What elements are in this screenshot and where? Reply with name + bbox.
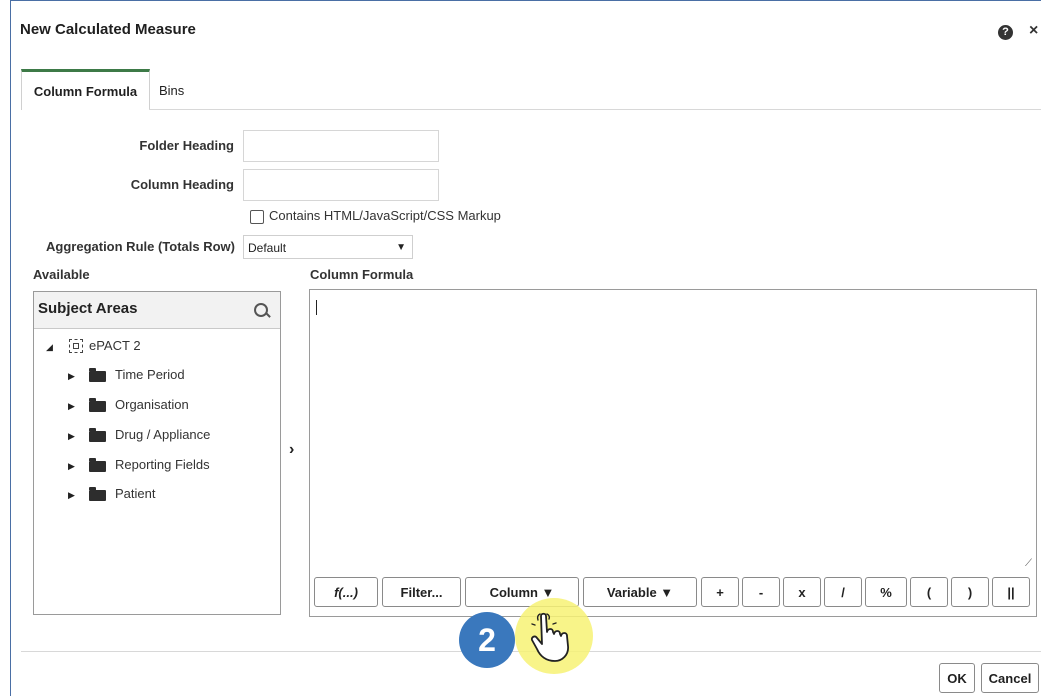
column-formula-label: Column Formula <box>310 267 414 282</box>
search-icon[interactable] <box>254 303 268 317</box>
cancel-button[interactable]: Cancel <box>981 663 1039 693</box>
markup-checkbox-label: Contains HTML/JavaScript/CSS Markup <box>269 208 501 223</box>
tree-item-label: Reporting Fields <box>115 457 210 472</box>
concatenate-operator-button[interactable]: || <box>992 577 1030 607</box>
calculated-measure-dialog: New Calculated Measure ? × Column Formul… <box>10 0 1041 696</box>
tree-item-label: Time Period <box>115 367 185 382</box>
subject-areas-header: Subject Areas <box>34 292 280 329</box>
column-heading-label: Column Heading <box>130 177 234 192</box>
markup-checkbox[interactable] <box>250 210 264 224</box>
tree-root-epact2[interactable]: ◢ ePACT 2 <box>34 336 274 356</box>
open-paren-button[interactable]: ( <box>910 577 948 607</box>
tree-item-organisation[interactable]: ▶ Organisation <box>34 395 274 415</box>
subject-area-icon <box>69 339 83 353</box>
tab-column-formula[interactable]: Column Formula <box>21 69 150 110</box>
collapsed-triangle-icon[interactable]: ▶ <box>68 396 75 416</box>
expanded-triangle-icon[interactable]: ◢ <box>46 337 53 357</box>
function-button[interactable]: f(...) <box>314 577 378 607</box>
plus-operator-button[interactable]: + <box>701 577 739 607</box>
tab-bins[interactable]: Bins <box>159 71 184 109</box>
close-paren-button[interactable]: ) <box>951 577 989 607</box>
subject-areas-title: Subject Areas <box>38 300 138 317</box>
collapsed-triangle-icon[interactable]: ▶ <box>68 366 75 386</box>
folder-heading-label: Folder Heading <box>139 138 234 153</box>
collapsed-triangle-icon[interactable]: ▶ <box>68 485 75 505</box>
folder-icon <box>89 458 106 472</box>
column-formula-editor[interactable]: ⟋ <box>309 289 1037 617</box>
folder-icon <box>89 368 106 382</box>
tab-divider <box>149 109 1041 110</box>
aggregation-rule-value: Default <box>248 241 287 255</box>
resize-handle-icon[interactable]: ⟋ <box>1025 558 1032 569</box>
tree-item-drug-appliance[interactable]: ▶ Drug / Appliance <box>34 425 274 445</box>
subject-areas-panel: Subject Areas ◢ ePACT 2 ▶ Time Period ▶ … <box>33 291 281 615</box>
collapsed-triangle-icon[interactable]: ▶ <box>68 426 75 446</box>
collapsed-triangle-icon[interactable]: ▶ <box>68 456 75 476</box>
step-number-badge: 2 <box>459 612 515 668</box>
folder-heading-input[interactable] <box>243 130 439 162</box>
caret-down-icon: ▼ <box>396 242 406 253</box>
text-cursor <box>316 300 317 315</box>
filter-button[interactable]: Filter... <box>382 577 461 607</box>
help-icon[interactable]: ? <box>998 25 1013 40</box>
tree-item-label: Organisation <box>115 397 189 412</box>
folder-icon <box>89 487 106 501</box>
available-label: Available <box>33 267 90 282</box>
hand-pointer-icon <box>530 612 569 662</box>
tree-item-time-period[interactable]: ▶ Time Period <box>34 365 274 385</box>
percent-operator-button[interactable]: % <box>865 577 907 607</box>
folder-icon <box>89 398 106 412</box>
dialog-title: New Calculated Measure <box>20 21 196 38</box>
close-icon[interactable]: × <box>1029 22 1038 40</box>
tree-item-reporting-fields[interactable]: ▶ Reporting Fields <box>34 455 274 475</box>
column-heading-input[interactable] <box>243 169 439 201</box>
aggregation-rule-select[interactable]: Default ▼ <box>243 235 413 259</box>
variable-dropdown-button[interactable]: Variable ▼ <box>583 577 697 607</box>
divide-operator-button[interactable]: / <box>824 577 862 607</box>
minus-operator-button[interactable]: - <box>742 577 780 607</box>
multiply-operator-button[interactable]: x <box>783 577 821 607</box>
tree-item-label: Drug / Appliance <box>115 427 211 442</box>
aggregation-rule-label: Aggregation Rule (Totals Row) <box>46 239 235 254</box>
tree-root-label: ePACT 2 <box>89 338 141 353</box>
folder-icon <box>89 428 106 442</box>
chevron-right-icon[interactable]: › <box>289 441 294 459</box>
ok-button[interactable]: OK <box>939 663 975 693</box>
tree-item-patient[interactable]: ▶ Patient <box>34 484 274 504</box>
tree-item-label: Patient <box>115 486 156 501</box>
